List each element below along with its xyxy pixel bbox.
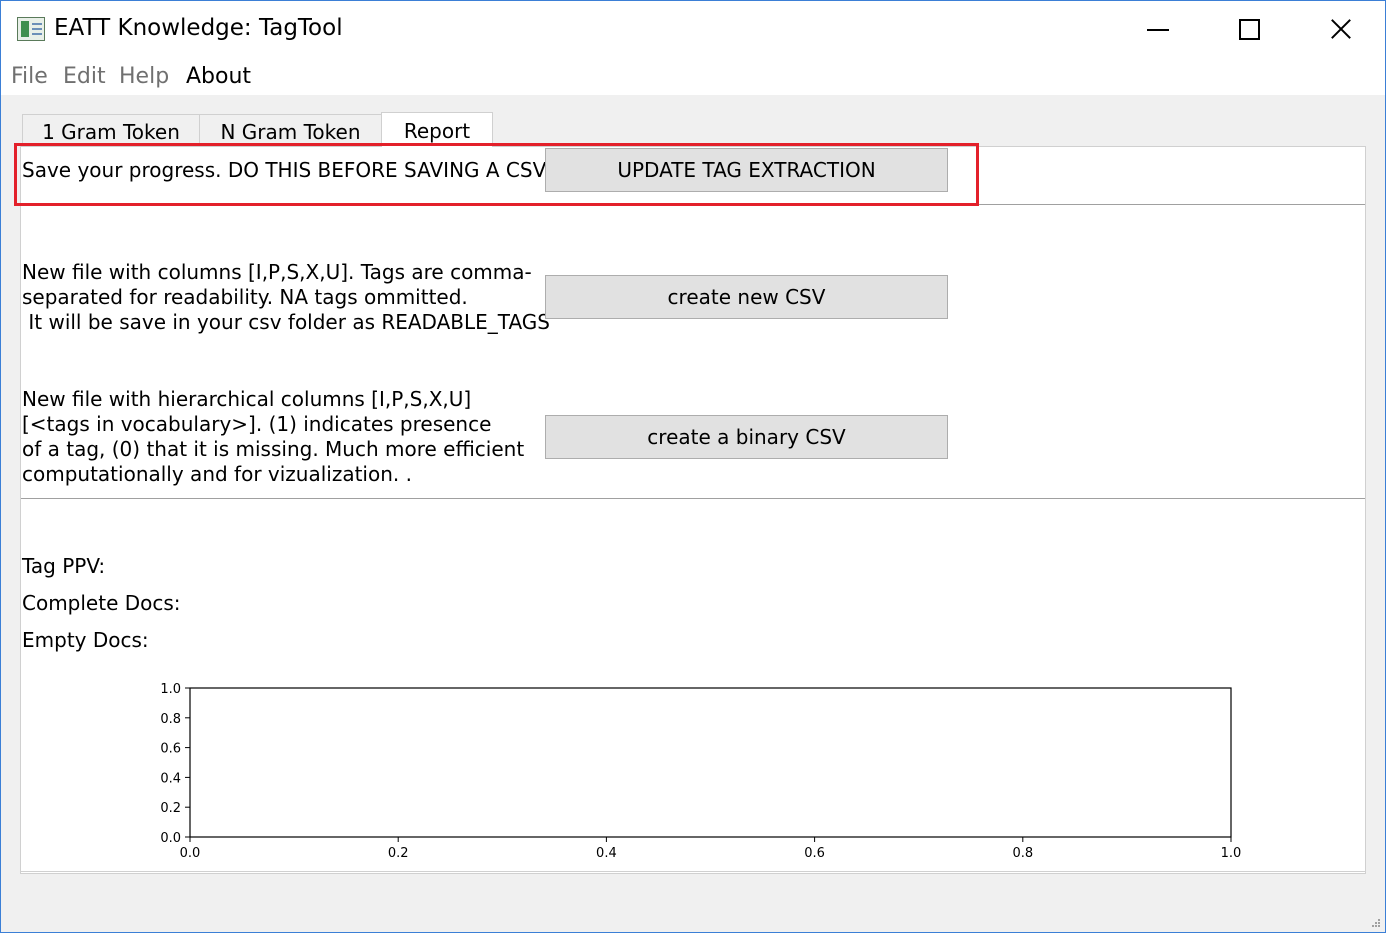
create-new-csv-button[interactable]: create new CSV [545, 275, 948, 319]
x-tick-label: 0.2 [388, 846, 409, 861]
resize-grip-icon[interactable] [1372, 919, 1381, 927]
app-icon [17, 17, 45, 41]
tab-1-gram-token[interactable]: 1 Gram Token [22, 114, 200, 146]
y-tick-label: 0.6 [160, 742, 181, 757]
menu-bar: File Edit Help About [1, 57, 1385, 95]
y-tick-label: 0.0 [160, 831, 181, 846]
readable-csv-description: New file with columns [I,P,S,X,U]. Tags … [22, 260, 550, 334]
chart-plot-area [189, 687, 1232, 838]
tab-n-gram-token[interactable]: N Gram Token [199, 114, 382, 146]
window-title: EATT Knowledge: TagTool [54, 15, 343, 41]
menu-file[interactable]: File [11, 64, 48, 89]
minimize-icon[interactable] [1111, 1, 1203, 57]
close-icon[interactable] [1294, 1, 1386, 57]
complete-docs-label: Complete Docs: [22, 591, 181, 615]
x-tick-label: 0.8 [1012, 846, 1033, 861]
binary-csv-description: New file with hierarchical columns [I,P,… [22, 387, 525, 486]
menu-edit[interactable]: Edit [63, 64, 106, 89]
y-tick-label: 0.2 [160, 801, 181, 816]
x-tick-label: 0.6 [804, 846, 825, 861]
create-binary-csv-button[interactable]: create a binary CSV [545, 415, 948, 459]
section-divider [21, 498, 1365, 499]
x-tick-label: 1.0 [1221, 846, 1242, 861]
tag-ppv-label: Tag PPV: [22, 554, 106, 578]
title-bar[interactable]: EATT Knowledge: TagTool [1, 1, 1385, 57]
highlight-box [14, 143, 979, 206]
y-tick-label: 0.4 [160, 771, 181, 786]
empty-docs-label: Empty Docs: [22, 628, 149, 652]
x-tick-label: 0.0 [180, 846, 201, 861]
menu-about[interactable]: About [186, 64, 251, 89]
section-divider [21, 871, 1365, 872]
y-tick-label: 1.0 [160, 682, 181, 697]
maximize-icon[interactable] [1202, 1, 1294, 57]
x-tick-label: 0.4 [596, 846, 617, 861]
tab-report[interactable]: Report [381, 112, 493, 147]
y-tick-label: 0.8 [160, 712, 181, 727]
report-chart: 0.0 0.2 0.4 0.6 0.8 1.0 0.0 0.2 0.4 0.6 0.8 1.0 [160, 682, 1242, 861]
menu-help[interactable]: Help [119, 64, 169, 89]
